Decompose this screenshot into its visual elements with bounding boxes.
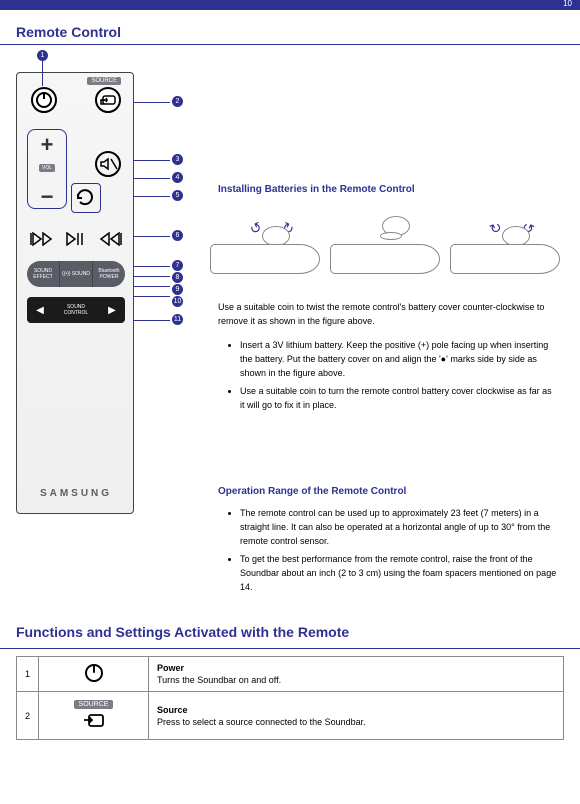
remote-body — [330, 244, 440, 274]
mute-icon — [97, 153, 119, 175]
callout-3: 3 — [172, 154, 183, 165]
sound-control-label: SOUND CONTROL — [53, 304, 99, 316]
play-pause-button[interactable] — [62, 230, 90, 248]
leader — [134, 276, 170, 277]
battery-cap — [502, 226, 530, 246]
callout-8: 8 — [172, 272, 183, 283]
right-arrow-button[interactable]: ▶ — [99, 297, 125, 323]
list-item: Use a suitable coin to turn the remote c… — [240, 384, 558, 416]
battery-step-1: ↺ ↻ — [210, 208, 320, 278]
brand-label: SAMSUNG — [40, 488, 112, 499]
table-row: 2 SOURCE Source Press to select a source… — [17, 692, 564, 740]
remote-body — [450, 244, 560, 274]
callout-10: 10 — [172, 296, 183, 307]
left-arrow-button[interactable]: ◀ — [27, 297, 53, 323]
list-item: Insert a 3V lithium battery. Keep the po… — [240, 338, 558, 384]
functions-rule — [0, 648, 580, 649]
callout-9: 9 — [172, 284, 183, 295]
prev-icon — [29, 232, 53, 246]
header-bar: 10 — [0, 0, 580, 10]
source-label-chip: SOURCE — [74, 700, 114, 709]
leader — [134, 320, 170, 321]
row-desc: Power Turns the Soundbar on and off. — [149, 657, 564, 692]
callout-1: 1 — [37, 50, 48, 61]
sound-effect-button[interactable]: SOUND EFFECT — [27, 261, 60, 287]
leader — [134, 102, 170, 103]
row-icon-cell: SOURCE — [39, 692, 149, 740]
leader — [134, 160, 170, 161]
battery-bullets: Insert a 3V lithium battery. Keep the po… — [228, 338, 558, 416]
callout-5: 5 — [172, 190, 183, 201]
range-bullets: The remote control can be used up to app… — [228, 506, 558, 598]
mode-pill-row: SOUND EFFECT ((•)) SOUND Bluetooth POWER — [27, 261, 125, 287]
row-text: Turns the Soundbar on and off. — [157, 675, 281, 685]
remote-body — [210, 244, 320, 274]
repeat-icon — [72, 184, 98, 210]
callout-4: 4 — [172, 172, 183, 183]
functions-title: Functions and Settings Activated with th… — [16, 624, 349, 640]
page: 10 Remote Control SOURCE + VOL − — [0, 0, 580, 804]
battery-install-title: Installing Batteries in the Remote Contr… — [218, 184, 415, 195]
row-desc: Source Press to select a source connecte… — [149, 692, 564, 740]
play-pause-icon — [64, 232, 88, 246]
list-item: The remote control can be used up to app… — [240, 506, 558, 552]
row-name: Source — [157, 705, 555, 715]
source-button[interactable] — [95, 87, 121, 113]
section-title: Remote Control — [16, 24, 121, 40]
row-icon-cell — [39, 657, 149, 692]
callout-6: 6 — [172, 230, 183, 241]
row-number: 1 — [17, 657, 39, 692]
battery-illustrations: ↺ ↻ ↻ ↺ — [210, 208, 570, 294]
source-icon — [81, 711, 107, 731]
battery-step-2 — [330, 208, 440, 278]
volume-label: VOL — [39, 164, 55, 172]
battery-coin-text: Use a suitable coin to twist the remote … — [218, 300, 558, 328]
leader — [42, 60, 43, 86]
callout-2: 2 — [172, 96, 183, 107]
coin-battery — [380, 232, 402, 240]
callout-11: 11 — [172, 314, 183, 325]
remote-inner: SOURCE + VOL − — [23, 79, 129, 509]
volume-rocker[interactable]: + VOL − — [27, 129, 67, 209]
list-item: To get the best performance from the rem… — [240, 552, 558, 598]
callout-7: 7 — [172, 260, 183, 271]
table-row: 1 Power Turns the Soundbar on and off. — [17, 657, 564, 692]
next-button[interactable] — [97, 230, 125, 248]
leader — [134, 266, 170, 267]
power-button[interactable] — [31, 87, 57, 113]
leader — [134, 178, 170, 179]
section-rule — [0, 44, 580, 45]
source-label: SOURCE — [87, 77, 121, 85]
battery-step-3: ↻ ↺ — [450, 208, 560, 278]
surround-button[interactable]: ((•)) SOUND — [60, 261, 93, 287]
leader — [134, 286, 170, 287]
bluetooth-power-button[interactable]: Bluetooth POWER — [93, 261, 125, 287]
battery-cap — [262, 226, 290, 246]
prev-button[interactable] — [27, 230, 55, 248]
row-text: Press to select a source connected to th… — [157, 717, 366, 727]
row-name: Power — [157, 663, 555, 673]
transport-row — [27, 227, 125, 251]
power-icon — [33, 89, 55, 111]
power-icon — [85, 664, 103, 682]
leader — [134, 296, 170, 297]
remote-diagram: SOURCE + VOL − — [16, 72, 134, 514]
source-icon — [97, 89, 119, 111]
page-number: 10 — [563, 0, 572, 8]
sound-control-row: ◀ SOUND CONTROL ▶ — [27, 297, 125, 323]
repeat-button[interactable] — [71, 183, 101, 213]
leader — [134, 236, 170, 237]
volume-up-icon: + — [41, 132, 54, 158]
leader — [134, 196, 170, 197]
next-icon — [99, 232, 123, 246]
remote-range-title: Operation Range of the Remote Control — [218, 486, 406, 497]
volume-down-icon: − — [41, 184, 54, 210]
mute-button[interactable] — [95, 151, 121, 177]
functions-table: 1 Power Turns the Soundbar on and off. 2… — [16, 656, 564, 740]
row-number: 2 — [17, 692, 39, 740]
